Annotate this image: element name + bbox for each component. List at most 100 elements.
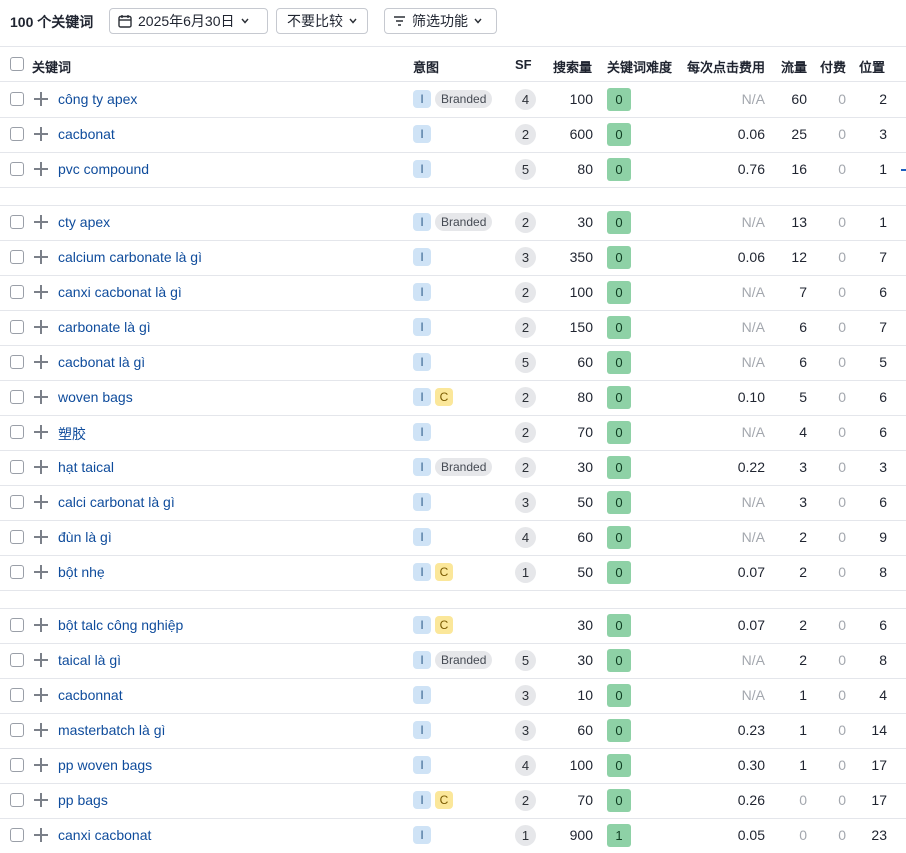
column-header-traffic[interactable]: 流量 [781, 57, 807, 76]
expand-plus-icon[interactable] [34, 618, 48, 632]
row-checkbox[interactable] [10, 618, 24, 632]
keyword-link[interactable]: pp bags [58, 792, 108, 808]
intent-badge-branded: Branded [435, 213, 493, 231]
row-checkbox[interactable] [10, 495, 24, 509]
row-checkbox[interactable] [10, 530, 24, 544]
keyword-link[interactable]: công ty apex [58, 91, 137, 107]
row-checkbox[interactable] [10, 390, 24, 404]
expand-plus-icon[interactable] [34, 390, 48, 404]
keyword-link[interactable]: woven bags [58, 389, 133, 405]
keyword-link[interactable]: cacbonnat [58, 687, 123, 703]
serp-features-count[interactable]: 4 [515, 89, 536, 110]
serp-features-count[interactable]: 2 [515, 387, 536, 408]
serp-features-count[interactable]: 1 [515, 562, 536, 583]
expand-plus-icon[interactable] [34, 320, 48, 334]
expand-plus-icon[interactable] [34, 530, 48, 544]
column-header-sf[interactable]: SF [515, 57, 532, 72]
expand-plus-icon[interactable] [34, 92, 48, 106]
column-header-kd[interactable]: 关键词难度 [607, 57, 672, 76]
expand-plus-icon[interactable] [34, 215, 48, 229]
serp-features-count[interactable]: 4 [515, 527, 536, 548]
keyword-link[interactable]: cty apex [58, 214, 110, 230]
serp-features-count[interactable]: 5 [515, 650, 536, 671]
row-checkbox[interactable] [10, 320, 24, 334]
expand-plus-icon[interactable] [34, 127, 48, 141]
serp-features-count[interactable]: 2 [515, 124, 536, 145]
row-checkbox[interactable] [10, 653, 24, 667]
search-volume: 100 [569, 757, 593, 773]
expand-plus-icon[interactable] [34, 460, 48, 474]
select-all-checkbox[interactable] [10, 57, 24, 71]
expand-plus-icon[interactable] [34, 250, 48, 264]
row-checkbox[interactable] [10, 285, 24, 299]
column-header-intent[interactable]: 意图 [413, 57, 439, 76]
expand-plus-icon[interactable] [34, 355, 48, 369]
keyword-link[interactable]: carbonate là gì [58, 319, 151, 335]
row-checkbox[interactable] [10, 688, 24, 702]
serp-features-count[interactable]: 2 [515, 790, 536, 811]
column-header-keyword[interactable]: 关键词 [32, 57, 71, 76]
expand-plus-icon[interactable] [34, 688, 48, 702]
keyword-link[interactable]: calci carbonat là gì [58, 494, 175, 510]
serp-features-count[interactable]: 3 [515, 247, 536, 268]
keyword-link[interactable]: bột talc công nghiệp [58, 617, 183, 633]
expand-plus-icon[interactable] [34, 285, 48, 299]
row-checkbox[interactable] [10, 723, 24, 737]
serp-features-count[interactable]: 4 [515, 755, 536, 776]
row-checkbox[interactable] [10, 565, 24, 579]
column-header-volume[interactable]: 搜索量 [553, 57, 592, 76]
row-checkbox[interactable] [10, 250, 24, 264]
keyword-link[interactable]: canxi cacbonat [58, 827, 151, 843]
expand-plus-icon[interactable] [34, 565, 48, 579]
serp-features-count[interactable]: 3 [515, 492, 536, 513]
date-picker-button[interactable]: 2025年6月30日 [109, 8, 268, 34]
serp-features-count[interactable]: 5 [515, 159, 536, 180]
serp-features-count[interactable]: 2 [515, 422, 536, 443]
row-checkbox[interactable] [10, 355, 24, 369]
expand-plus-icon[interactable] [34, 425, 48, 439]
serp-features-count[interactable]: 3 [515, 685, 536, 706]
serp-features-count[interactable]: 2 [515, 212, 536, 233]
serp-features-count[interactable]: 1 [515, 825, 536, 846]
keyword-link[interactable]: cacbonat là gì [58, 354, 145, 370]
keyword-link[interactable]: pvc compound [58, 161, 149, 177]
filter-button[interactable]: 筛选功能 [384, 8, 497, 34]
expand-plus-icon[interactable] [34, 828, 48, 842]
keyword-link[interactable]: 塑胶 [58, 424, 86, 444]
column-header-position[interactable]: 位置 [859, 57, 885, 76]
serp-features-count[interactable]: 2 [515, 317, 536, 338]
expand-plus-icon[interactable] [34, 793, 48, 807]
serp-features-count[interactable]: 2 [515, 457, 536, 478]
expand-plus-icon[interactable] [34, 758, 48, 772]
search-volume: 50 [577, 564, 593, 580]
serp-features-count[interactable]: 2 [515, 282, 536, 303]
keyword-link[interactable]: đùn là gì [58, 529, 112, 545]
keyword-link[interactable]: cacbonat [58, 126, 115, 142]
expand-plus-icon[interactable] [34, 723, 48, 737]
serp-features-count[interactable]: 5 [515, 352, 536, 373]
row-checkbox[interactable] [10, 215, 24, 229]
keyword-link[interactable]: bột nhẹ [58, 564, 105, 580]
row-checkbox[interactable] [10, 828, 24, 842]
row-checkbox[interactable] [10, 758, 24, 772]
keyword-link[interactable]: masterbatch là gì [58, 722, 165, 738]
row-checkbox[interactable] [10, 162, 24, 176]
row-checkbox[interactable] [10, 793, 24, 807]
keyword-link[interactable]: hạt taical [58, 459, 114, 475]
column-header-cpc[interactable]: 每次点击费用 [687, 57, 765, 76]
keyword-link[interactable]: calcium carbonate là gì [58, 249, 202, 265]
keyword-link[interactable]: canxi cacbonat là gì [58, 284, 182, 300]
row-checkbox[interactable] [10, 425, 24, 439]
expand-plus-icon[interactable] [34, 653, 48, 667]
row-checkbox[interactable] [10, 92, 24, 106]
column-header-paid[interactable]: 付费 [820, 57, 846, 76]
keyword-link[interactable]: pp woven bags [58, 757, 152, 773]
compare-dropdown[interactable]: 不要比较 [276, 8, 368, 34]
serp-features-count[interactable]: 3 [515, 720, 536, 741]
expand-plus-icon[interactable] [34, 162, 48, 176]
expand-plus-icon[interactable] [34, 495, 48, 509]
row-checkbox[interactable] [10, 460, 24, 474]
intent-badges: I [413, 318, 431, 336]
keyword-link[interactable]: taical là gì [58, 652, 121, 668]
row-checkbox[interactable] [10, 127, 24, 141]
